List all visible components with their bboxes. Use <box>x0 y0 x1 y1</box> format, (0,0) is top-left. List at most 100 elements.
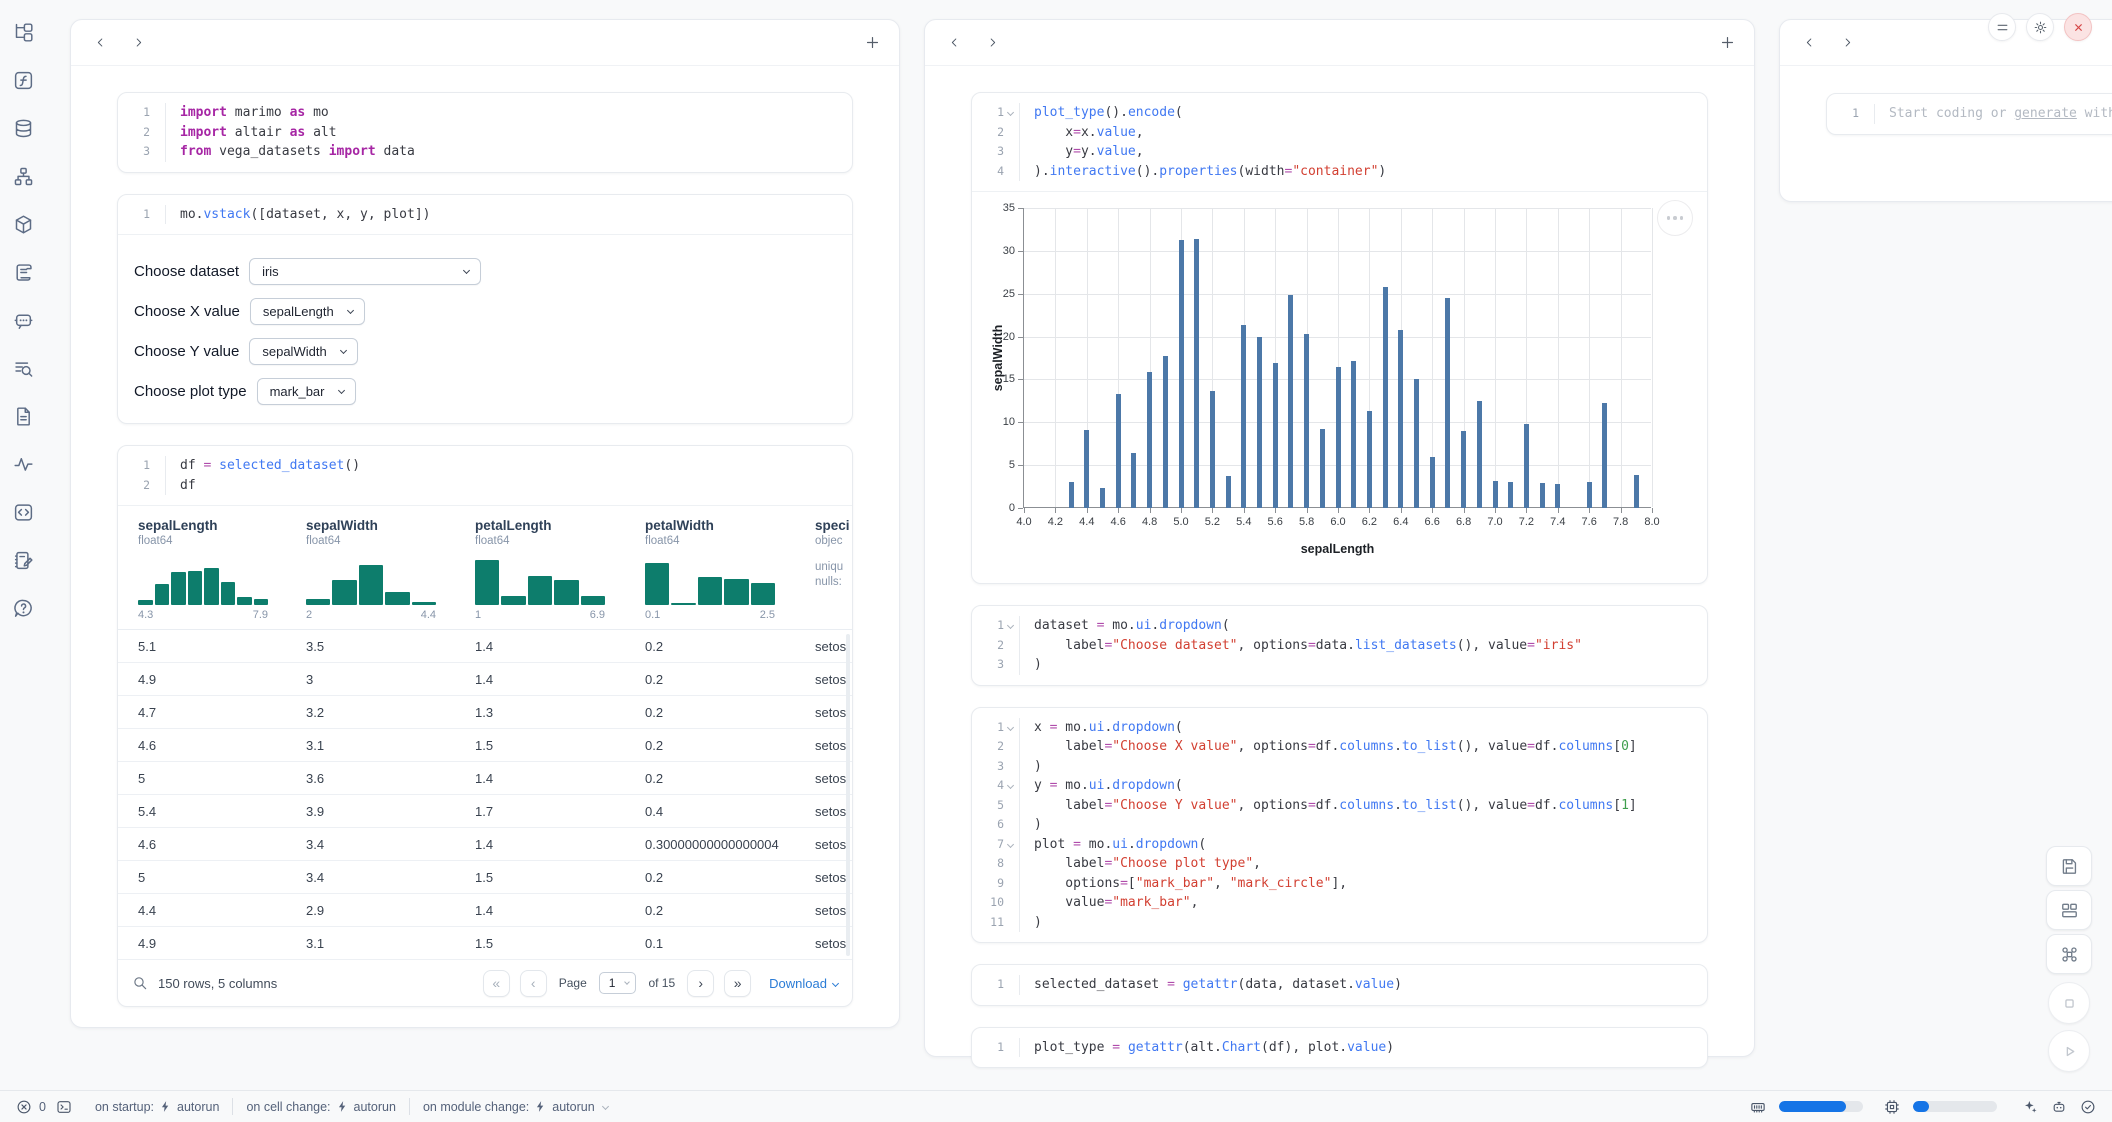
dropdown-select[interactable]: iris <box>249 258 481 285</box>
code-line[interactable]: 1plot_type = getattr(alt.Chart(df), plot… <box>972 1038 1695 1058</box>
code-editor[interactable]: 1 Start coding or generate with <box>1827 94 2112 134</box>
x-tick-label: 4.6 <box>1101 516 1135 528</box>
column-header[interactable]: petalLengthfloat6416.9 <box>457 518 627 629</box>
error-indicator[interactable]: 0 <box>16 1099 46 1115</box>
code-line[interactable]: 4y = mo.ui.dropdown( <box>972 776 1695 796</box>
first-page-button[interactable]: « <box>483 970 510 997</box>
search-icon[interactable] <box>132 975 148 991</box>
code-line[interactable]: 3) <box>972 655 1695 675</box>
scroll-right-button[interactable] <box>1836 32 1858 54</box>
code-editor[interactable]: 1plot_type().encode(2 x=x.value,3 y=y.va… <box>972 93 1707 191</box>
code-line[interactable]: 1import marimo as mo <box>118 103 840 123</box>
code-editor[interactable]: 1dataset = mo.ui.dropdown(2 label="Choos… <box>972 606 1707 685</box>
activity-pulse-icon[interactable] <box>13 454 34 475</box>
code-editor[interactable]: 1mo.vstack([dataset, x, y, plot]) <box>118 195 852 235</box>
assistant-icon[interactable] <box>2051 1099 2067 1115</box>
scroll-right-button[interactable] <box>127 32 149 54</box>
code-line[interactable]: 9 options=["mark_bar", "mark_circle"], <box>972 874 1695 894</box>
last-page-button[interactable]: » <box>724 970 751 997</box>
code-line[interactable]: 5 label="Choose Y value", options=df.col… <box>972 796 1695 816</box>
chart-bar <box>1383 287 1388 508</box>
code-line[interactable]: 7plot = mo.ui.dropdown( <box>972 835 1695 855</box>
help-bubble-icon[interactable] <box>13 598 34 619</box>
editor-placeholder[interactable]: Start coding or generate with <box>1889 104 2112 124</box>
line-number: 3 <box>972 142 1020 162</box>
next-page-button[interactable]: › <box>687 970 714 997</box>
code-line[interactable]: 3 y=y.value, <box>972 142 1695 162</box>
database-icon[interactable] <box>13 118 34 139</box>
code-snippet-icon[interactable] <box>13 502 34 523</box>
generate-link[interactable]: generate <box>2014 106 2077 121</box>
code-line[interactable]: 3from vega_datasets import data <box>118 142 840 162</box>
code-editor[interactable]: 1import marimo as mo2import altair as al… <box>118 93 852 172</box>
add-cell-button[interactable] <box>864 34 881 51</box>
runtime-config-item[interactable]: on module change:autorun <box>410 1100 621 1114</box>
table-cell: 0.2 <box>627 639 797 654</box>
notebook-menu-button[interactable] <box>1988 13 2016 41</box>
package-cube-icon[interactable] <box>13 214 34 235</box>
runtime-config-item[interactable]: on startup:autorun <box>82 1100 232 1114</box>
column-header[interactable]: petalWidthfloat640.12.5 <box>627 518 797 629</box>
code-line[interactable]: 1x = mo.ui.dropdown( <box>972 718 1695 738</box>
chart-menu-button[interactable] <box>1657 200 1693 236</box>
code-line[interactable]: 1selected_dataset = getattr(data, datase… <box>972 975 1695 995</box>
lightning-icon <box>534 1100 547 1113</box>
scroll-right-button[interactable] <box>981 32 1003 54</box>
code-line[interactable]: 1dataset = mo.ui.dropdown( <box>972 616 1695 636</box>
table-cell: 1.7 <box>457 804 627 819</box>
scratchpad-icon[interactable] <box>13 550 34 571</box>
add-cell-button[interactable] <box>1719 34 1736 51</box>
code-editor[interactable]: 1selected_dataset = getattr(data, datase… <box>972 965 1707 1005</box>
dependency-graph-icon[interactable] <box>13 166 34 187</box>
chat-assistant-icon[interactable] <box>13 310 34 331</box>
code-editor[interactable]: 1plot_type = getattr(alt.Chart(df), plot… <box>972 1028 1707 1068</box>
save-button[interactable] <box>2046 846 2092 886</box>
document-icon[interactable] <box>13 406 34 427</box>
code-line[interactable]: 2 label="Choose dataset", options=data.l… <box>972 636 1695 656</box>
dropdown-select[interactable]: sepalLength <box>250 298 365 325</box>
run-button[interactable] <box>2048 1030 2090 1072</box>
code-editor[interactable]: 1x = mo.ui.dropdown(2 label="Choose X va… <box>972 708 1707 943</box>
code-line[interactable]: 2 label="Choose X value", options=df.col… <box>972 737 1695 757</box>
code-line[interactable]: 1df = selected_dataset() <box>118 456 840 476</box>
code-line[interactable]: 1plot_type().encode( <box>972 103 1695 123</box>
code-editor[interactable]: 1df = selected_dataset()2df <box>118 446 852 505</box>
code-line[interactable]: 10 value="mark_bar", <box>972 893 1695 913</box>
code-line[interactable]: 2 x=x.value, <box>972 123 1695 143</box>
settings-button[interactable] <box>2026 13 2054 41</box>
script-scroll-icon[interactable] <box>13 262 34 283</box>
scroll-left-button[interactable] <box>1798 32 1820 54</box>
code-line[interactable]: 3) <box>972 757 1695 777</box>
dropdown-select[interactable]: sepalWidth <box>249 338 357 365</box>
code-line[interactable]: 4).interactive().properties(width="conta… <box>972 162 1695 182</box>
column-header[interactable]: sepalWidthfloat6424.4 <box>288 518 457 629</box>
prev-page-button[interactable]: ‹ <box>520 970 547 997</box>
bar-chart-plot-area[interactable]: sepalLength sepalWidth 4.04.24.44.64.85.… <box>1023 208 1651 508</box>
command-palette-button[interactable] <box>2046 934 2092 974</box>
code-line[interactable]: 1mo.vstack([dataset, x, y, plot]) <box>118 205 840 225</box>
table-scrollbar[interactable] <box>846 634 850 956</box>
layout-button[interactable] <box>2046 890 2092 930</box>
scroll-left-button[interactable] <box>943 32 965 54</box>
runtime-config-item[interactable]: on cell change:autorun <box>233 1100 409 1114</box>
code-line[interactable]: 8 label="Choose plot type", <box>972 854 1695 874</box>
terminal-button[interactable] <box>56 1099 72 1115</box>
function-square-icon[interactable] <box>13 70 34 91</box>
page-select[interactable]: 1 <box>599 972 637 994</box>
file-tree-icon[interactable] <box>13 22 34 43</box>
column-header[interactable]: speciobjecuniqunulls: <box>797 518 852 629</box>
code-line[interactable]: 2df <box>118 476 840 496</box>
stop-button[interactable] <box>2048 982 2090 1024</box>
ai-sparkles-icon[interactable] <box>2022 1099 2038 1115</box>
code-line[interactable]: 11) <box>972 913 1695 933</box>
connection-status-icon[interactable] <box>2080 1099 2096 1115</box>
column-header[interactable]: sepalLengthfloat644.37.9 <box>118 518 288 629</box>
dropdown-select[interactable]: mark_bar <box>257 378 356 405</box>
code-line[interactable]: 2import altair as alt <box>118 123 840 143</box>
download-button[interactable]: Download <box>769 976 838 991</box>
code-line[interactable]: 6) <box>972 815 1695 835</box>
scroll-left-button[interactable] <box>89 32 111 54</box>
search-list-icon[interactable] <box>13 358 34 379</box>
shutdown-button[interactable] <box>2064 13 2092 41</box>
chart-output[interactable]: sepalLength sepalWidth 4.04.24.44.64.85.… <box>972 191 1707 583</box>
